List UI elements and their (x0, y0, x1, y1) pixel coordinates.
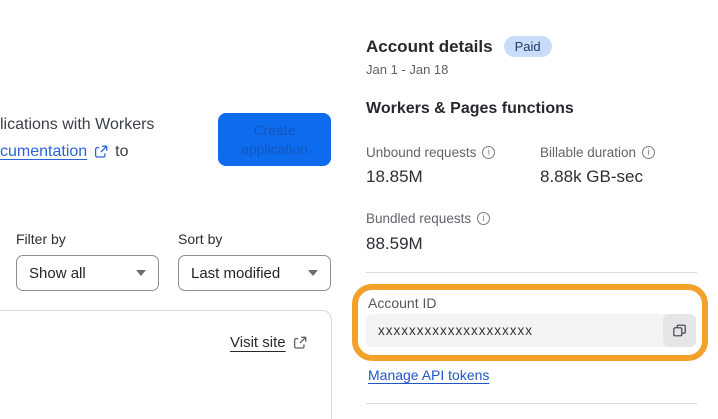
intro-text-line1: lications with Workers (0, 116, 155, 133)
workers-pages-dashboard: lications with Workers cumentation to Cr… (0, 0, 718, 419)
divider (366, 403, 697, 404)
paid-badge: Paid (503, 36, 552, 57)
unbound-requests-value: 18.85M (366, 167, 423, 186)
documentation-link[interactable]: cumentation (0, 143, 87, 161)
account-id-field (366, 314, 696, 347)
copy-button[interactable] (663, 314, 696, 347)
account-id-input[interactable] (366, 323, 663, 338)
external-link-icon (293, 336, 307, 350)
sort-select[interactable]: Last modified (178, 255, 331, 291)
divider (366, 272, 697, 273)
intro-text-line2: cumentation to (0, 143, 129, 161)
external-link-icon (94, 145, 108, 159)
create-application-button[interactable]: Create application (218, 113, 331, 166)
filter-select[interactable]: Show all (16, 255, 159, 291)
date-range: Jan 1 - Jan 18 (366, 62, 449, 77)
unbound-requests-label: Unbound requests i (366, 145, 496, 160)
copy-icon (672, 323, 687, 338)
account-id-label: Account ID (368, 295, 437, 311)
info-icon[interactable]: i (477, 212, 491, 225)
workers-pages-functions-heading: Workers & Pages functions (366, 100, 574, 117)
sort-select-value: Last modified (191, 264, 281, 282)
project-card (0, 310, 332, 419)
billable-duration-label: Billable duration i (540, 145, 656, 160)
filter-select-value: Show all (29, 264, 86, 282)
account-details-title: Account details (366, 36, 493, 56)
bundled-requests-label: Bundled requests i (366, 211, 491, 226)
chevron-down-icon (136, 270, 146, 276)
info-icon[interactable]: i (642, 146, 656, 159)
visit-site-label: Visit site (230, 334, 286, 351)
bundled-requests-value: 88.59M (366, 234, 423, 253)
sort-by-label: Sort by (178, 231, 223, 247)
billable-duration-value: 8.88k GB-sec (540, 167, 643, 186)
info-icon[interactable]: i (482, 146, 496, 159)
filter-by-label: Filter by (16, 231, 66, 247)
manage-api-tokens-link[interactable]: Manage API tokens (368, 367, 489, 383)
intro-text-suffix: to (115, 143, 129, 160)
chevron-down-icon (308, 270, 318, 276)
account-details-heading: Account details Paid (366, 36, 552, 57)
visit-site-link[interactable]: Visit site (230, 334, 307, 351)
